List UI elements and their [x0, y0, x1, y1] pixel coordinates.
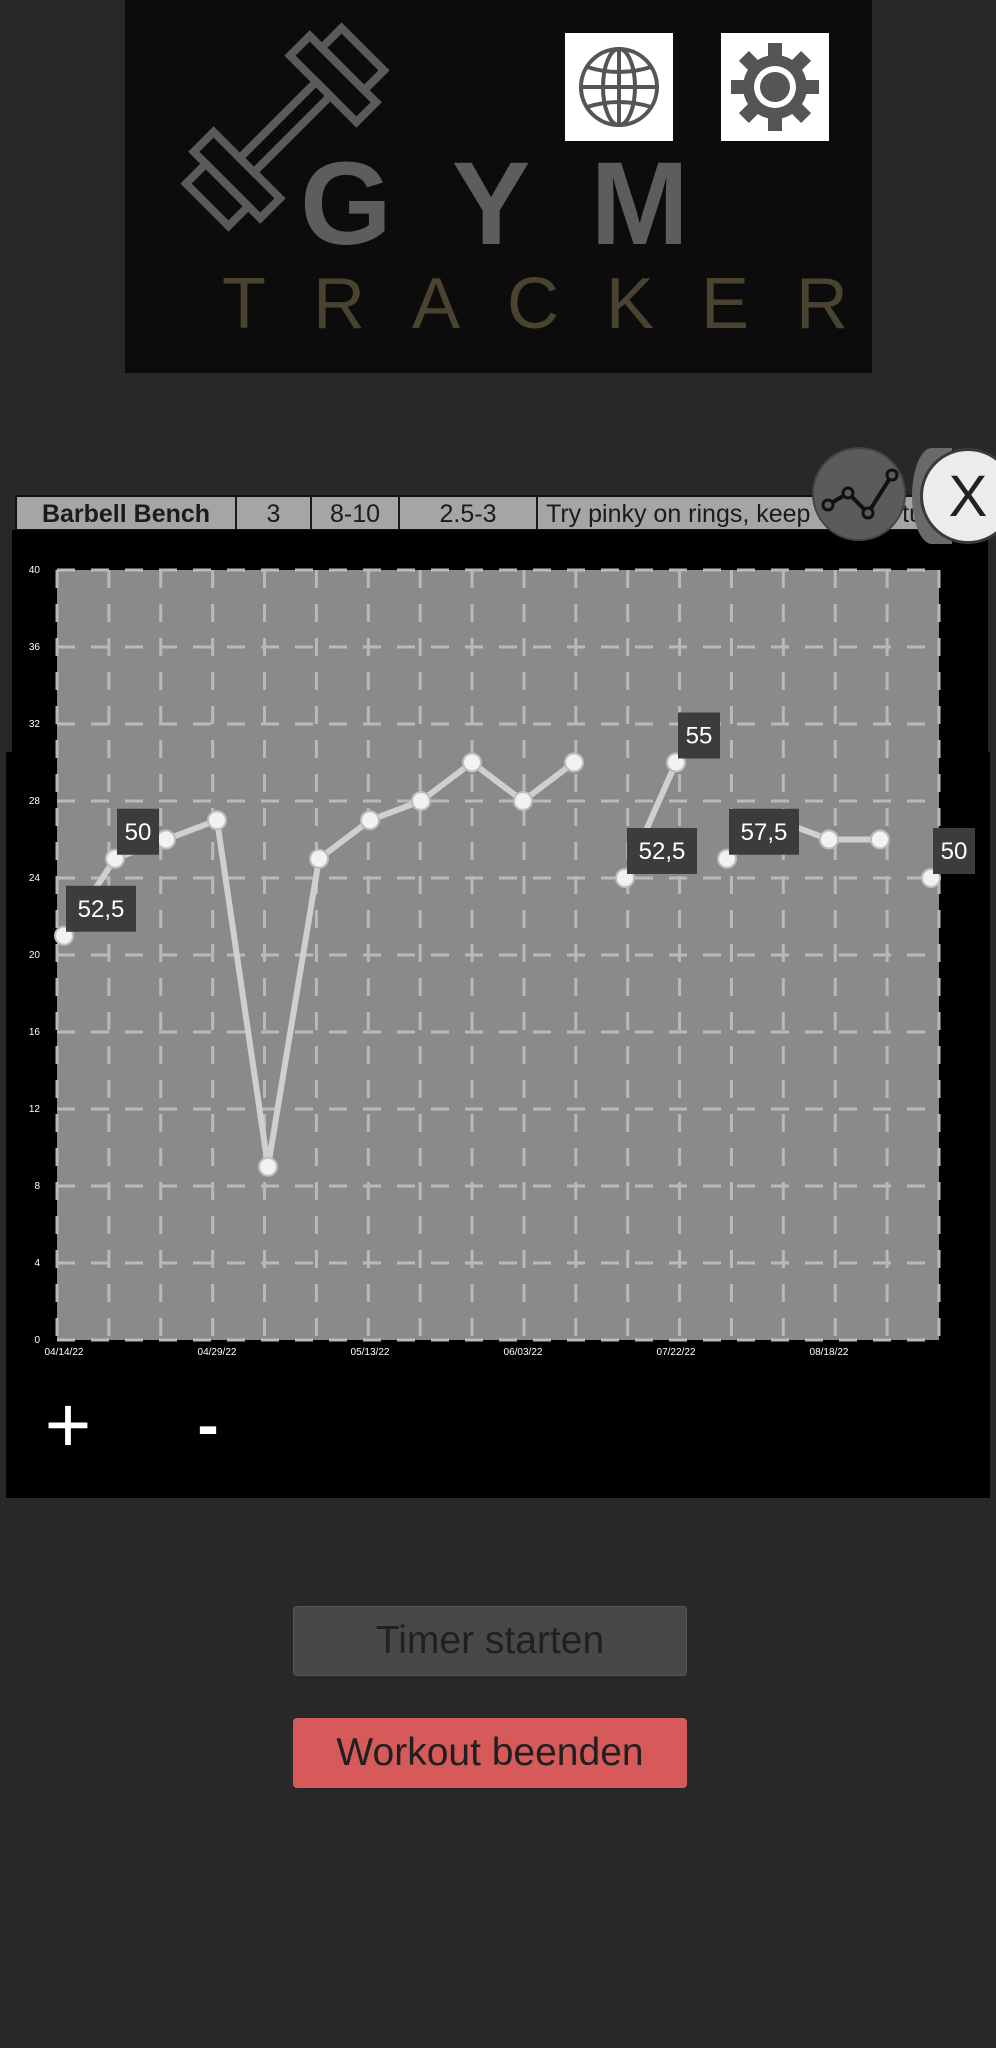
- y-tick-label: 12: [29, 1104, 41, 1115]
- data-point: [462, 752, 482, 773]
- data-label: 57,5: [741, 819, 788, 846]
- data-label: 55: [686, 723, 713, 750]
- x-tick-label: 08/18/22: [810, 1347, 849, 1358]
- y-tick-label: 28: [29, 796, 41, 807]
- x-tick-label: 04/14/22: [45, 1347, 84, 1358]
- data-point: [819, 829, 839, 850]
- data-point: [360, 810, 380, 831]
- logo-tracker-text: TRACKER: [222, 264, 896, 344]
- data-label: 52,5: [78, 896, 125, 923]
- settings-button[interactable]: [721, 33, 829, 141]
- globe-icon: [579, 47, 659, 127]
- table-divider: [689, 1380, 693, 1498]
- data-point: [309, 848, 329, 869]
- data-point: [564, 752, 584, 773]
- exercise-note: Try pinky on rings, keep elbows tucked: [546, 500, 975, 528]
- exercise-sets: 3: [237, 497, 312, 529]
- y-tick-label: 36: [29, 642, 41, 653]
- chart-toggle-button[interactable]: [812, 447, 906, 541]
- line-chart-icon: [821, 468, 899, 520]
- y-tick-label: 32: [29, 719, 41, 730]
- y-tick-label: 0: [34, 1335, 40, 1346]
- y-tick-label: 40: [29, 565, 41, 576]
- x-tick-label: 06/03/22: [504, 1347, 543, 1358]
- y-tick-label: 20: [29, 950, 41, 961]
- data-point: [870, 829, 890, 850]
- exercise-rir: 2.5-3: [400, 497, 538, 529]
- data-point: [207, 810, 227, 831]
- x-tick-label: 04/29/22: [198, 1347, 237, 1358]
- add-set-button[interactable]: +: [25, 1380, 111, 1469]
- data-label: 52,5: [639, 838, 686, 865]
- data-point: [513, 791, 533, 811]
- table-divider: [448, 1380, 452, 1498]
- chart-plot: 52,5 50 52,5 55 57,5 50 0 4 8 12 16 20 24 28 32 36 40 0…: [29, 565, 975, 1358]
- data-point: [411, 791, 431, 811]
- table-divider: [984, 1380, 987, 1498]
- gear-icon: [731, 43, 819, 131]
- language-button[interactable]: [565, 33, 673, 141]
- y-tick-label: 24: [29, 873, 41, 884]
- data-label: 50: [125, 819, 152, 846]
- x-tick-label: 07/22/22: [657, 1347, 696, 1358]
- logo-gym-text: GYM: [300, 138, 749, 270]
- progress-chart: 52,5 50 52,5 55 57,5 50 0 4 8 12 16 20 24 28 32 36 40 0…: [12, 530, 988, 1384]
- data-point: [156, 829, 176, 850]
- remove-set-button[interactable]: -: [165, 1382, 251, 1468]
- x-tick-label: 05/13/22: [351, 1347, 390, 1358]
- table-divider: [6, 1380, 9, 1498]
- exercise-name: Barbell Bench: [17, 497, 237, 529]
- data-label: 50: [941, 838, 968, 865]
- end-workout-button[interactable]: Workout beenden: [293, 1718, 687, 1788]
- y-tick-label: 16: [29, 1027, 41, 1038]
- start-timer-button[interactable]: Timer starten: [293, 1606, 687, 1676]
- exercise-reps: 8-10: [312, 497, 400, 529]
- y-tick-label: 8: [34, 1181, 40, 1192]
- data-point: [258, 1156, 278, 1177]
- y-tick-label: 4: [34, 1258, 40, 1269]
